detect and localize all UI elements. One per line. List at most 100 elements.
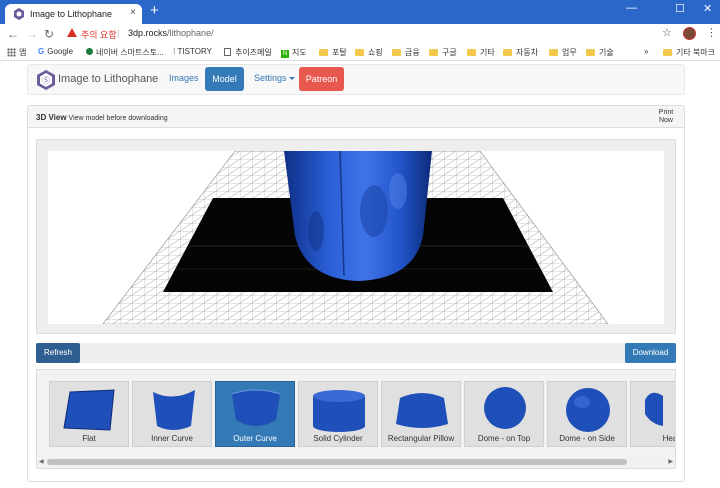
url-text[interactable]: 3dp.rocks/lithophane/ xyxy=(128,28,214,38)
download-button[interactable]: Download xyxy=(625,343,676,363)
bookmark-folder-portal[interactable]: 포탈 xyxy=(319,47,347,58)
naver-icon: N xyxy=(281,50,289,58)
tab-close-icon[interactable]: × xyxy=(130,7,136,18)
folder-icon xyxy=(392,49,401,56)
folder-icon xyxy=(549,49,558,56)
folder-icon xyxy=(663,49,672,56)
minimize-button[interactable]: — xyxy=(626,2,637,14)
google-icon: G xyxy=(38,47,45,56)
back-button[interactable]: ← xyxy=(7,27,19,41)
close-window-button[interactable]: ✕ xyxy=(703,2,712,15)
bookmark-tistory[interactable]: ⁝ TISTORY xyxy=(173,47,212,56)
forward-button[interactable]: → xyxy=(26,27,38,41)
refresh-button[interactable]: Refresh xyxy=(36,343,80,363)
viewer-actions: Refresh Download xyxy=(36,343,676,363)
bookmark-mail[interactable]: 추이즈메일 xyxy=(224,47,272,58)
shape-outer-curve[interactable]: Outer Curve xyxy=(215,381,295,447)
bookmark-folder-tech[interactable]: 기술 xyxy=(586,47,614,58)
bookmarks-bar: 앱 G Google 네이버 스마트스토... ⁝ TISTORY 추이즈메일 N지… xyxy=(0,45,720,61)
bookmark-map[interactable]: N 지도 xyxy=(281,47,307,58)
scroll-right-icon[interactable]: ▶ xyxy=(668,458,673,465)
shape-solid-cylinder[interactable]: Solid Cylinder xyxy=(298,381,378,447)
bookmark-folder-car[interactable]: 자동차 xyxy=(503,47,538,58)
bookmark-apps[interactable]: 앱 xyxy=(19,47,26,58)
lithophane-favicon-icon xyxy=(14,8,24,20)
browser-titlebar: Image to Lithophane × + — ☐ ✕ xyxy=(0,0,720,24)
browser-tab[interactable]: Image to Lithophane × xyxy=(5,4,142,24)
warning-icon xyxy=(67,28,77,37)
pillow-shape-icon xyxy=(396,393,448,428)
shape-inner-curve[interactable]: Inner Curve xyxy=(132,381,212,447)
maximize-button[interactable]: ☐ xyxy=(675,2,685,15)
shape-label: Inner Curve xyxy=(151,434,193,443)
scroll-thumb[interactable] xyxy=(47,459,627,465)
folder-icon xyxy=(467,49,476,56)
nav-settings[interactable]: Settings xyxy=(254,73,295,83)
shape-rectangular-pillow[interactable]: Rectangular Pillow xyxy=(381,381,461,447)
cylinder-shape-icon xyxy=(313,390,365,432)
page-icon xyxy=(224,48,231,56)
folder-icon xyxy=(355,49,364,56)
heart-shape-icon xyxy=(645,392,663,426)
bookmark-folder-work[interactable]: 업무 xyxy=(549,47,577,58)
reload-button[interactable]: ↻ xyxy=(44,27,54,41)
svg-text:Ⓢ: Ⓢ xyxy=(42,76,50,85)
shape-label: Dome - on Side xyxy=(559,434,615,443)
new-tab-button[interactable]: + xyxy=(150,3,159,19)
tab-title: Image to Lithophane xyxy=(30,9,113,19)
nav-images[interactable]: Images xyxy=(169,73,199,83)
bookmark-other[interactable]: 기타 북마크 xyxy=(663,47,715,58)
outer-curve-shape-icon xyxy=(231,389,281,426)
panel-header: 3D View View model before downloading Pri… xyxy=(28,106,684,128)
apps-grid-icon[interactable] xyxy=(7,48,16,57)
nav-patreon[interactable]: Patreon xyxy=(299,67,344,91)
bookmark-folder-google[interactable]: 구글 xyxy=(429,47,457,58)
security-warning[interactable]: 주의 요함 xyxy=(81,28,117,41)
shape-dome-side[interactable]: Dome - on Side xyxy=(547,381,627,447)
bookmark-star-icon[interactable]: ☆ xyxy=(662,26,672,39)
browser-menu-icon[interactable]: ⋮ xyxy=(706,26,717,39)
bookmark-folder-etc[interactable]: 기타 xyxy=(467,47,495,58)
bookmark-naver-store[interactable]: 네이버 스마트스토... xyxy=(86,47,164,58)
shape-heart[interactable]: Hea xyxy=(630,381,676,447)
folder-icon xyxy=(429,49,438,56)
shape-dome-top[interactable]: Dome - on Top xyxy=(464,381,544,447)
shape-label: Dome - on Top xyxy=(477,434,531,443)
page-content: Ⓢ Image to Lithophane Images Model Setti… xyxy=(0,61,720,488)
browser-toolbar: ← → ↻ 주의 요함 | 3dp.rocks/lithophane/ xyxy=(0,24,720,45)
bookmark-folder-finance[interactable]: 금융 xyxy=(392,47,420,58)
shape-flat[interactable]: Flat xyxy=(49,381,129,447)
shape-label: Solid Cylinder xyxy=(313,434,363,443)
viewer-panel: 3D View View model before downloading Pri… xyxy=(27,105,685,482)
dome-side-shape-icon xyxy=(566,388,610,432)
scroll-left-icon[interactable]: ◀ xyxy=(39,458,44,465)
shape-label: Hea xyxy=(662,434,676,443)
profile-avatar[interactable] xyxy=(683,27,696,40)
store-icon xyxy=(86,48,93,55)
bookmark-folder-shopping[interactable]: 쇼핑 xyxy=(355,47,383,58)
folder-icon xyxy=(503,49,512,56)
panel-title: 3D View View model before downloading xyxy=(36,113,168,122)
shape-carousel: Flat Inner Curve Outer Curve Solid Cylin… xyxy=(36,369,676,469)
inner-curve-shape-icon xyxy=(153,390,195,430)
dome-top-shape-icon xyxy=(484,387,526,429)
folder-icon xyxy=(586,49,595,56)
brand-name[interactable]: Image to Lithophane xyxy=(58,73,158,85)
shape-label: Rectangular Pillow xyxy=(387,434,455,443)
viewer-container xyxy=(36,139,676,334)
3d-viewer-canvas[interactable] xyxy=(48,151,664,324)
print-now-link[interactable]: Print Now xyxy=(656,109,676,125)
nav-model[interactable]: Model xyxy=(205,67,244,91)
bookmark-google[interactable]: G Google xyxy=(38,47,73,56)
tistory-icon: ⁝ xyxy=(173,47,176,56)
bookmarks-more[interactable]: » xyxy=(644,47,648,56)
carousel-scrollbar[interactable]: ◀ ▶ xyxy=(37,458,675,466)
brand-logo-icon[interactable]: Ⓢ xyxy=(37,70,55,90)
caret-down-icon xyxy=(288,77,295,80)
shape-label: Flat xyxy=(82,434,96,443)
address-bar[interactable]: 주의 요함 | 3dp.rocks/lithophane/ xyxy=(62,26,652,43)
folder-icon xyxy=(319,49,328,56)
shape-label: Outer Curve xyxy=(233,434,277,443)
address-separator: | xyxy=(117,28,120,38)
3d-scene xyxy=(102,151,609,324)
